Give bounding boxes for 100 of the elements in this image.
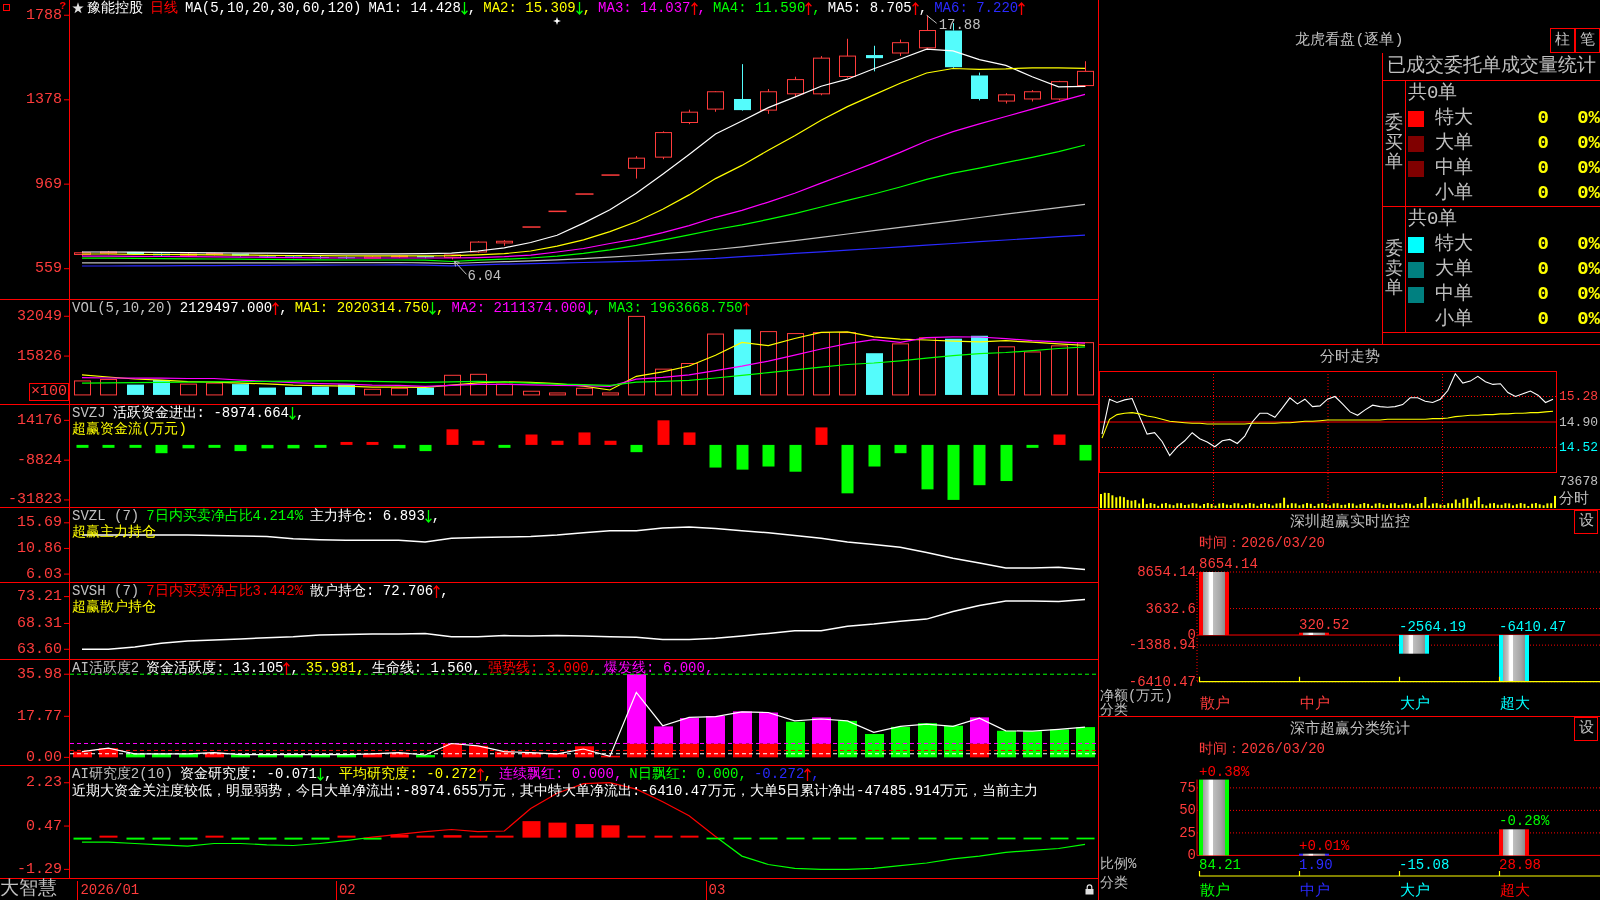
legend-text: 强势线: 3.000 — [487, 660, 589, 676]
axis-label: 73678 — [1559, 473, 1598, 489]
axis-label: -1.29 — [17, 860, 62, 878]
axis-label: 1378 — [26, 91, 62, 109]
axis-label: -31823 — [8, 491, 62, 507]
legend-text: MA6: 7.220 — [934, 0, 1019, 16]
legend-text: 生命线: 1.560 — [371, 660, 473, 676]
subtitle-text: 超赢资金流(万元) — [72, 421, 187, 437]
legend-text: 豫能控股 — [87, 0, 143, 16]
value-label: 8654.14 — [1199, 556, 1258, 572]
category-label: 超大 — [1500, 695, 1530, 713]
axis-title: 比例% — [1100, 856, 1137, 872]
axis-label: 6.03 — [26, 565, 62, 582]
time-text: 时间：2026/03/20 — [1198, 535, 1326, 552]
legend-text: MA4: 11.590 — [712, 0, 806, 16]
date-label: 2026/01 — [77, 881, 140, 900]
count-text: 0 — [1536, 257, 1550, 282]
legend-text: 活跃资金进出: -8974.664 — [112, 405, 290, 421]
axis-label: 68.31 — [17, 614, 62, 632]
legend-text: MA1: 2020314.750 — [294, 300, 430, 316]
date-label: 02 — [335, 881, 356, 900]
axis-label: 75 — [1179, 779, 1196, 796]
legend-separator: , — [918, 0, 928, 16]
legend-text: MA3: 1963668.750 — [608, 300, 743, 316]
legend-separator: , — [431, 508, 441, 524]
legend-text: 资金研究度: -0.071 — [179, 766, 318, 782]
date-label: 03 — [705, 881, 726, 900]
category-label: 中户 — [1300, 882, 1330, 900]
row-label: 中单 — [1435, 156, 1474, 181]
category-label: 散户 — [1200, 882, 1230, 900]
legend-text: SVZJ — [72, 405, 106, 421]
axis-label: 63.60 — [17, 640, 62, 658]
percent-text: 0% — [1576, 282, 1600, 307]
group-label: 委卖单 — [1385, 239, 1403, 300]
axis-label: -6410.47 — [1128, 673, 1196, 690]
total-text: 共0单 — [1407, 81, 1459, 106]
axis-label: 17.77 — [17, 707, 62, 725]
price-annotation: 6.04 — [467, 268, 502, 285]
legend-text: MA5: 8.705 — [827, 0, 912, 16]
legend-text: 资金活跃度: 13.105 — [146, 660, 284, 676]
legend-text: 7日内买卖净占比4.214% — [146, 508, 304, 524]
axis-label: 14.52 — [1559, 440, 1598, 455]
legend-text: MA3: 14.037 — [598, 0, 691, 16]
value-label: 84.21 — [1199, 857, 1241, 873]
panel-title: 深市超赢分类统计 — [1289, 719, 1410, 740]
legend-separator: , — [436, 300, 445, 316]
legend-text: MA2: 15.309 — [483, 0, 576, 16]
axis-label: 969 — [35, 175, 62, 193]
legend-text: 主力持仓: 6.893 — [310, 508, 425, 524]
count-text: 0 — [1536, 181, 1550, 206]
axis-label: 14176 — [17, 411, 62, 429]
row-label: 小单 — [1435, 307, 1474, 332]
axis-label: 8654.14 — [1137, 564, 1196, 580]
percent-text: 0% — [1576, 232, 1600, 257]
legend-separator: , — [811, 766, 820, 782]
legend-separator: , — [613, 766, 623, 782]
legend-text: 平均研究度: -0.272 — [339, 766, 477, 782]
legend-separator: , — [812, 0, 821, 16]
legend-text: MA2: 2111374.000 — [451, 300, 586, 316]
change-label: +0.01% — [1299, 837, 1350, 854]
panel-title: 分时走势 — [1318, 347, 1381, 368]
percent-text: 0% — [1576, 156, 1600, 181]
legend-text: 日线 — [150, 0, 178, 16]
value-label: -6410.47 — [1499, 619, 1567, 635]
percent-text: 0% — [1576, 307, 1600, 332]
legend-text: N日飘红: 0.000 — [629, 766, 739, 782]
percent-text: 0% — [1576, 181, 1600, 206]
value-label: 1.90 — [1299, 857, 1333, 873]
category-label: 中户 — [1300, 695, 1330, 713]
axis-label: 14.90 — [1559, 414, 1598, 430]
axis-label: 10.86 — [17, 539, 62, 557]
legend-separator: , — [483, 766, 493, 782]
axis-label: 0.47 — [26, 817, 62, 835]
axis-label: 32049 — [17, 307, 62, 325]
row-label: 特大 — [1435, 232, 1474, 257]
row-label: 小单 — [1435, 181, 1474, 206]
legend-separator: , — [356, 660, 365, 676]
row-label: 特大 — [1435, 106, 1474, 131]
legend-text: -0.272 — [753, 766, 805, 782]
axis-label: 50 — [1179, 802, 1196, 819]
axis-label: 3632.6 — [1145, 600, 1196, 617]
axis-label: 0 — [1187, 847, 1196, 864]
count-text: 0 — [1536, 156, 1550, 181]
legend-text: SVZL (7) — [72, 508, 140, 524]
legend-text: 7日内买卖净占比3.442% — [146, 583, 304, 599]
legend-separator: , — [467, 0, 477, 16]
axis-label: 559 — [35, 260, 62, 278]
axis-label: 2.23 — [26, 774, 62, 792]
value-label: 28.98 — [1499, 857, 1541, 873]
legend-separator: , — [324, 766, 333, 782]
price-annotation: 17.88 — [938, 17, 981, 34]
legend-separator: , — [738, 766, 747, 782]
legend-text: AI研究度2(10) — [72, 766, 173, 782]
count-text: 0 — [1536, 106, 1550, 131]
percent-text: 0% — [1576, 106, 1600, 131]
axis-label: 35.98 — [17, 665, 62, 683]
category-label: 超大 — [1500, 882, 1530, 900]
legend-text: 2129497.000 — [179, 300, 273, 316]
legend-text: VOL(5,10,20) — [72, 300, 173, 316]
axis-title: 净额(万元) — [1100, 688, 1173, 704]
